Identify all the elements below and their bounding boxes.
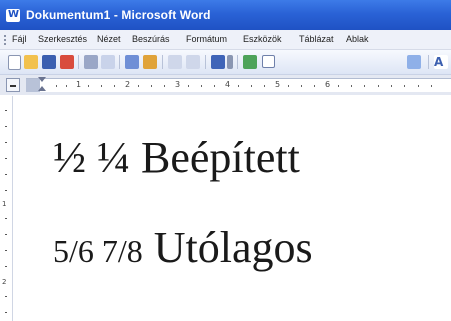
ruler-tick (214, 85, 215, 87)
ruler-number: 5 (275, 80, 281, 89)
ruler-tick (101, 85, 102, 87)
window-title: Dokumentum1 - Microsoft Word (26, 8, 211, 22)
ruler-tick (288, 85, 289, 87)
font-color-icon[interactable]: A (434, 55, 448, 69)
menu-file[interactable]: Fájl (12, 34, 27, 44)
copy-icon[interactable] (186, 55, 200, 69)
toolbar-separator (237, 55, 238, 69)
ruler-tick (66, 85, 67, 87)
indent-marker[interactable] (38, 77, 46, 93)
word-utolagos: Utólagos (153, 223, 313, 272)
ruler-tick (5, 158, 7, 159)
print-icon[interactable] (84, 55, 98, 69)
menu-grip-handle[interactable] (4, 35, 8, 45)
permission-icon[interactable] (60, 55, 74, 69)
ruler-tick (164, 85, 165, 87)
ruler-tick (151, 85, 152, 87)
word-app-icon[interactable] (6, 9, 20, 22)
research-icon[interactable] (143, 55, 157, 69)
ruler-tick (5, 126, 7, 127)
table-icon[interactable] (262, 55, 275, 68)
ruler-tick (378, 85, 379, 87)
ruler-number: 2 (2, 278, 7, 286)
menu-insert[interactable]: Beszúrás (132, 34, 170, 44)
ruler-tick (5, 174, 7, 175)
new-icon[interactable] (8, 55, 21, 70)
menu-table[interactable]: Táblázat (299, 34, 334, 44)
tab-selector-button[interactable] (6, 78, 20, 92)
word-beepitett: Beépített (141, 133, 300, 182)
drawing-icon[interactable] (407, 55, 421, 69)
toolbar-separator (162, 55, 163, 69)
ruler-tick (5, 296, 7, 297)
open-icon[interactable] (24, 55, 38, 69)
ruler-tick (5, 250, 7, 251)
ruler-number: 4 (225, 80, 231, 89)
ruler-tick (351, 85, 352, 87)
ruler-tick (5, 234, 7, 235)
print-preview-icon[interactable] (101, 55, 115, 69)
toolbar-separator (78, 55, 79, 69)
ruler-tick (314, 85, 315, 87)
toolbar-separator (428, 55, 429, 69)
title-bar: Dokumentum1 - Microsoft Word (0, 0, 451, 30)
ruler-tick (88, 85, 89, 87)
cut-icon[interactable] (168, 55, 182, 69)
insert-hyperlink-icon[interactable] (243, 55, 257, 69)
ruler-tick (264, 85, 265, 87)
ruler-tick (391, 85, 392, 87)
menu-format[interactable]: Formátum (186, 34, 227, 44)
ruler-tick (5, 110, 7, 111)
ruler-tick (5, 266, 7, 267)
ruler-tick (364, 85, 365, 87)
horizontal-ruler[interactable]: 1 2 3 4 5 6 (26, 77, 451, 93)
document-line-builtin-fractions[interactable]: ½ ¼ Beépített (53, 132, 300, 183)
menu-window[interactable]: Ablak (346, 34, 369, 44)
ruler-number: 6 (325, 80, 331, 89)
document-page[interactable]: ½ ¼ Beépített 5/6 7/8 Utólagos (13, 96, 451, 321)
ruler-tick (238, 85, 239, 87)
spelling-icon[interactable] (125, 55, 139, 69)
ruler-tick (5, 312, 7, 313)
undo-icon[interactable] (211, 55, 225, 69)
ruler-tick (56, 85, 57, 87)
builtin-fraction-glyphs: ½ ¼ (53, 133, 130, 182)
vertical-ruler[interactable]: 1 2 (0, 96, 13, 321)
ruler-tick (404, 85, 405, 87)
ruler-number: 1 (2, 200, 7, 208)
manual-fraction-glyphs: 5/6 7/8 (53, 233, 143, 269)
ruler-tick (5, 218, 7, 219)
toolbar-separator (119, 55, 120, 69)
ruler-tick (431, 85, 432, 87)
document-line-manual-fractions[interactable]: 5/6 7/8 Utólagos (53, 222, 313, 273)
ruler-number: 1 (76, 80, 82, 89)
standard-toolbar: A (0, 50, 451, 75)
horizontal-ruler-row: 1 2 3 4 5 6 (0, 75, 451, 95)
ruler-tick (418, 85, 419, 87)
ruler-number: 3 (175, 80, 181, 89)
ruler-tick (5, 142, 7, 143)
ruler-tick (201, 85, 202, 87)
toolbar-separator (205, 55, 206, 69)
undo-dropdown-icon[interactable] (227, 55, 233, 69)
ruler-tick (114, 85, 115, 87)
ruler-tick (301, 85, 302, 87)
ruler-number: 2 (125, 80, 131, 89)
ruler-tick (251, 85, 252, 87)
save-icon[interactable] (42, 55, 56, 69)
ruler-tick (5, 190, 7, 191)
menu-bar: Fájl Szerkesztés Nézet Beszúrás Formátum… (0, 30, 451, 50)
ruler-tick (338, 85, 339, 87)
menu-view[interactable]: Nézet (97, 34, 121, 44)
menu-tools[interactable]: Eszközök (243, 34, 282, 44)
ruler-tick (138, 85, 139, 87)
menu-edit[interactable]: Szerkesztés (38, 34, 87, 44)
ruler-tick (188, 85, 189, 87)
